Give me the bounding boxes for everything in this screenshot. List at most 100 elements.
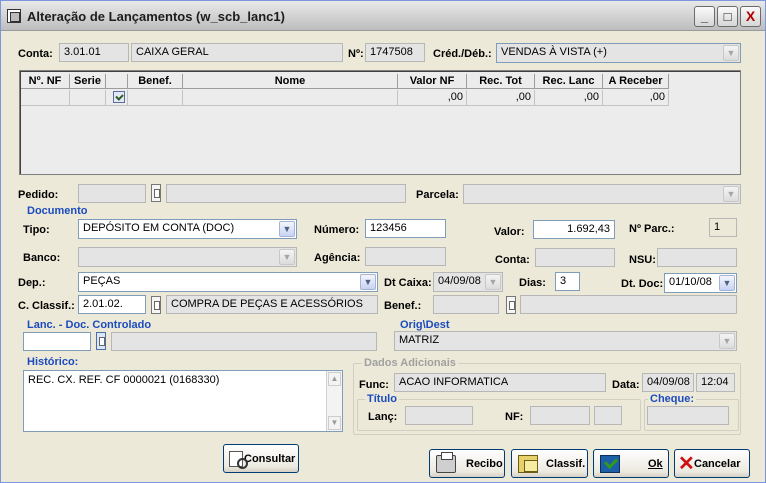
grid-cell-valor-nf[interactable]: ,00 [398,90,467,106]
close-button[interactable]: X [740,6,761,27]
grid-header-a-receber[interactable]: A Receber [603,74,669,89]
classif-lookup-icon[interactable] [151,296,161,314]
historico-textarea[interactable]: REC. CX. REF. CF 0000021 (0168330) ▲ ▼ [23,370,343,432]
recibo-button[interactable]: Recibo [429,449,505,478]
dep-select[interactable]: PEÇAS ▼ [78,272,378,292]
grid-header-nome[interactable]: Nome [183,74,398,89]
grid-header-valor-nf[interactable]: Valor NF [398,74,467,89]
tipo-label: Tipo: [23,224,50,236]
conta-code-field[interactable]: 3.01.01 [59,43,129,62]
func-field[interactable]: ACAO INFORMATICA [394,373,606,392]
minimize-button[interactable]: _ [694,6,715,27]
pedido-field[interactable] [78,184,146,203]
title-bar[interactable]: Alteração de Lançamentos (w_scb_lanc1) _… [1,1,765,31]
grid-cell[interactable] [128,90,183,106]
chevron-down-icon[interactable]: ▼ [279,221,295,237]
cheque-field[interactable] [647,406,729,425]
grid-cell-a-receber[interactable]: ,00 [603,90,669,106]
consultar-button[interactable]: Consultar [223,444,299,473]
nparc-label: Nº Parc.: [629,223,675,235]
tipo-select[interactable]: DEPÓSITO EM CONTA (DOC) ▼ [78,219,297,239]
origdest-select[interactable]: MATRIZ ▼ [394,331,737,351]
window-title: Alteração de Lançamentos (w_scb_lanc1) [27,9,285,24]
pedido-desc-field[interactable] [166,184,406,203]
creddeb-select[interactable]: VENDAS À VISTA (+) ▼ [496,43,741,63]
hora-field[interactable]: 12:04 [696,373,735,392]
banco-select[interactable]: ▼ [78,247,297,267]
maximize-button[interactable]: □ [717,6,738,27]
classif-button-label: Classif. [546,457,586,470]
grid-header-serie[interactable]: Serie [70,74,106,89]
lanc-field[interactable] [23,332,91,351]
dias-field[interactable]: 3 [555,272,580,291]
grid-cell-rec-lanc[interactable]: ,00 [535,90,603,106]
grid-cell[interactable] [183,90,398,106]
classif-name-field[interactable]: COMPRA DE PEÇAS E ACESSÓRIOS [166,295,378,314]
conta-name-field[interactable]: CAIXA GERAL [131,43,343,62]
scroll-up-icon[interactable]: ▲ [328,372,341,386]
conta-doc-field[interactable] [535,248,615,267]
chevron-down-icon[interactable]: ▼ [719,333,735,349]
grid-header-nf[interactable]: Nº. NF [21,74,70,89]
grid-header-rec-tot[interactable]: Rec. Tot [467,74,535,89]
nsu-field[interactable] [657,248,737,267]
agencia-field[interactable] [365,247,446,266]
classif-code-field[interactable]: 2.01.02. [78,295,146,314]
pedido-lookup-icon[interactable] [151,184,161,202]
numero-doc-field[interactable]: 123456 [365,219,446,238]
lanc-tit-field[interactable] [405,406,473,425]
chevron-down-icon[interactable]: ▼ [360,274,376,290]
grid-header-benef[interactable]: Benef. [128,74,183,89]
creddeb-value: VENDAS À VISTA (+) [501,46,607,58]
cancelar-button[interactable]: ✕ Cancelar [674,449,750,478]
dtcaixa-value: 04/09/08 [438,275,481,287]
classif-button[interactable]: Classif. [511,449,588,478]
grid-header-rec-lanc[interactable]: Rec. Lanc [535,74,603,89]
parcela-select[interactable]: ▼ [463,184,741,204]
historico-scrollbar[interactable]: ▲ ▼ [326,371,342,431]
nf-serie-field[interactable] [594,406,622,425]
parcela-label: Parcela: [416,189,459,201]
valor-field[interactable]: 1.692,43 [533,220,615,239]
agencia-label: Agência: [314,252,361,264]
nf-tit-field[interactable] [530,406,590,425]
dtdoc-select[interactable]: 01/10/08 ▼ [664,273,737,293]
cheque-title: Cheque: [648,393,696,405]
tipo-value: DEPÓSITO EM CONTA (DOC) [83,222,235,234]
nparc-field[interactable]: 1 [709,218,737,237]
data-field[interactable]: 04/09/08 [642,373,694,392]
chevron-down-icon[interactable]: ▼ [719,275,735,291]
benef-lookup-icon[interactable] [506,296,516,314]
ok-button[interactable]: Ok [593,449,669,478]
checkmark-icon [600,454,620,473]
historico-label: Histórico: [27,356,79,368]
checkbox-icon[interactable] [113,91,125,103]
func-label: Func: [359,379,389,391]
creddeb-label: Créd./Déb.: [433,48,492,60]
dtcaixa-select[interactable]: 04/09/08 ▼ [433,272,503,292]
grid-cell[interactable] [21,90,70,106]
benef-code-field[interactable] [433,295,499,314]
notes-grid[interactable]: Nº. NF Serie Benef. Nome Valor NF Rec. T… [19,70,741,175]
chevron-down-icon[interactable]: ▼ [723,45,739,61]
chevron-down-icon[interactable]: ▼ [723,186,739,202]
dtcaixa-label: Dt Caixa: [384,277,432,289]
benef-name-field[interactable] [520,295,737,314]
grid-cell-rec-tot[interactable]: ,00 [467,90,535,106]
consultar-label: Consultar [244,452,296,465]
benef-label: Benef.: [384,300,422,312]
scroll-down-icon[interactable]: ▼ [328,416,341,430]
lanc-desc-field[interactable] [111,332,377,351]
lanc-tit-label: Lanç: [368,411,398,423]
numero-lanc-field[interactable]: 1747508 [365,43,425,62]
grid-cell[interactable] [70,90,106,106]
magnifier-icon [229,450,248,469]
ok-label: Ok [648,457,663,470]
data-label: Data: [612,379,640,391]
numero-doc-label: Número: [314,224,360,236]
recibo-label: Recibo [466,457,503,470]
chevron-down-icon[interactable]: ▼ [279,249,295,265]
chevron-down-icon[interactable]: ▼ [485,274,501,290]
lanc-lookup-icon[interactable] [96,332,106,350]
grid-header-flag[interactable] [106,74,128,89]
